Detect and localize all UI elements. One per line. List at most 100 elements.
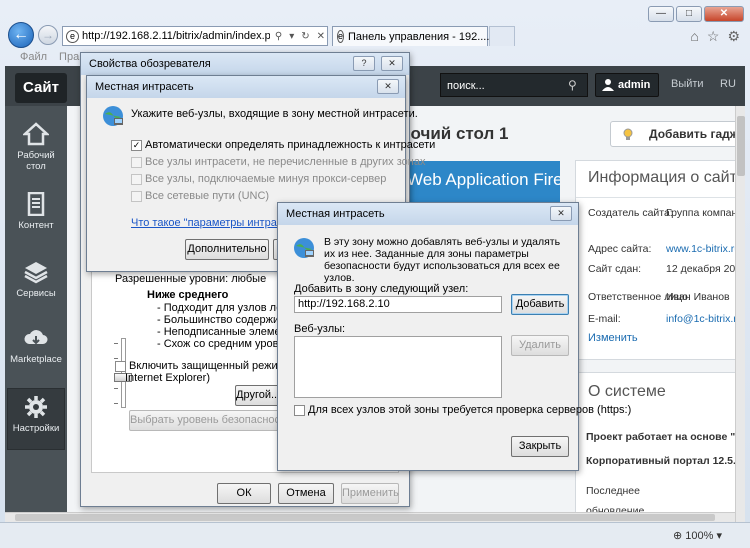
maximize-button[interactable]: □ [676,6,702,22]
sites-list-label: Веб-узлы: [294,323,346,335]
auto-detect-label: Автоматически определять принадлежность … [145,139,436,151]
minimize-button[interactable]: — [648,6,674,22]
opt1-label: Все узлы интрасети, не перечисленные в д… [145,156,426,168]
add-site-button[interactable]: Добавить [511,294,569,315]
edit-info-link[interactable]: Изменить [588,332,638,344]
slider-tick [114,388,118,389]
https-label: Для всех узлов этой зоны требуется прове… [308,404,632,416]
address-bar[interactable]: e http://192.168.2.11/bitrix/admin/index… [62,26,328,46]
intro-text: Укажите веб-узлы, входящие в зону местно… [131,108,418,120]
site-info-panel: Информация о сайте Создатель сайта: Груп… [575,160,745,360]
about-line: Последнее [586,485,640,497]
allowed-levels-label: Разрешенные уровни: любые [115,273,267,285]
sidebar-item-settings[interactable]: Настройки [7,388,65,450]
status-bar: ⊕ 100% ▾ [0,522,750,548]
stop-icon[interactable]: ✕ [315,31,327,42]
info-title: Информация о сайте [588,169,745,186]
globe-network-icon [103,106,123,126]
lightbulb-icon [623,128,633,140]
favorites-icon[interactable]: ☆ [707,28,720,45]
sidebar-item-marketplace[interactable]: Marketplace [7,320,65,382]
other-button[interactable]: Другой... [235,385,281,406]
search-icon[interactable]: ⚲ [273,31,284,42]
opt2-checkbox[interactable] [131,174,142,185]
scroll-thumb[interactable] [15,514,715,521]
search-icon[interactable]: ⚲ [568,78,577,92]
add-site-label: Добавить в зону следующий узел: [294,283,469,295]
tab-favicon: e [337,30,345,43]
close-dialog-button[interactable]: ✕ [381,56,403,71]
sidebar-item-label: Рабочий стол [17,150,55,172]
sidebar-item-desktop[interactable]: Рабочий стол [7,116,65,178]
page-icon: e [66,29,79,43]
user-icon [602,79,614,91]
slider-tick [114,403,118,404]
info-value: Иван Иванов [666,291,730,303]
info-label: Создатель сайта: [588,207,673,219]
back-button[interactable]: ← [8,22,34,48]
add-site-input[interactable]: http://192.168.2.10 [294,296,502,313]
remove-site-button[interactable]: Удалить [511,335,569,356]
refresh-icon[interactable]: ↻ [299,31,311,42]
site-url-link[interactable]: www.1c-bitrix.ru [666,243,745,255]
sidebar-item-label: Marketplace [10,354,62,365]
address-text[interactable]: http://192.168.2.11/bitrix/admin/index.p… [82,30,270,42]
level-name: Ниже среднего [147,289,229,301]
close-window-button[interactable]: ✕ [704,6,744,22]
search-input[interactable]: поиск... [440,73,588,97]
close-dialog-button[interactable]: ✕ [377,79,399,94]
cloud-download-icon [24,330,48,345]
ok-button[interactable]: ОК [217,483,271,504]
home-icon[interactable]: ⌂ [690,28,698,45]
menu-file[interactable]: Файл [20,51,47,63]
scroll-thumb[interactable] [737,116,745,176]
sidebar-item-label: Сервисы [16,288,56,299]
sites-list[interactable] [294,336,502,398]
zoom-value: 100% [685,530,714,542]
dropdown-icon[interactable]: ▾ [287,31,296,42]
opt3-checkbox[interactable] [131,191,142,202]
opt1-checkbox[interactable] [131,157,142,168]
info-value: 12 декабря 2012 [666,263,745,275]
cancel-button[interactable]: Отмена [278,483,334,504]
close-dialog-button[interactable]: ✕ [550,206,572,221]
tab-title: Панель управления - 192.... [348,30,490,43]
info-label: E-mail: [588,313,621,325]
browser-tab[interactable]: e Панель управления - 192.... ✕ [332,26,502,46]
sidebar-item-label: Настройки [12,423,60,434]
close-button[interactable]: Закрыть [511,436,569,457]
house-icon [23,122,49,146]
tools-gear-icon[interactable]: ⚙ [727,28,740,45]
info-value: Группа компаний «1С-Битрикс». [666,207,745,219]
advanced-button[interactable]: Дополнительно [185,239,269,260]
horizontal-scrollbar[interactable] [5,512,735,522]
auto-detect-checkbox[interactable]: ✓ [131,140,142,151]
forward-button[interactable]: → [38,25,58,45]
about-line: Корпоративный портал 12.5.12" [586,455,745,467]
new-tab-button[interactable] [489,26,515,46]
about-system-panel: О системе Проект работает на основе "1С … [575,372,745,522]
https-checkbox[interactable] [294,405,305,416]
intranet-sites-dialog: Местная интрасеть ✕ В эту зону можно доб… [277,202,631,471]
sidebar-item-content[interactable]: Контент [7,186,65,248]
protected-mode-label-2: Internet Explorer) [125,372,210,384]
site-button[interactable]: Сайт [15,73,67,103]
email-link[interactable]: info@1c-bitrix.ru [666,313,745,325]
sidebar-item-label: Контент [18,220,54,231]
apply-button[interactable]: Применить [341,483,399,504]
protected-mode-checkbox[interactable] [115,361,126,372]
info-label: Адрес сайта: [588,243,652,255]
help-button[interactable]: ? [353,56,375,71]
sidebar-item-services[interactable]: Сервисы [7,254,65,316]
language-link[interactable]: RU [720,78,736,90]
logout-link[interactable]: Выйти [671,78,704,90]
vertical-scrollbar[interactable] [735,106,745,522]
add-gadget-button[interactable]: Добавить гаджет [610,121,745,147]
default-level-button[interactable]: Выбрать уровень безопасности по [129,410,306,431]
zoom-level[interactable]: ⊕ 100% ▾ [673,529,722,542]
about-title: О системе [588,383,666,400]
intro-text: В эту зону можно добавлять веб-узлы и уд… [324,236,561,284]
user-button[interactable]: admin [595,73,659,97]
user-name: admin [618,79,651,91]
dialog-title: Местная интрасеть [278,203,578,225]
